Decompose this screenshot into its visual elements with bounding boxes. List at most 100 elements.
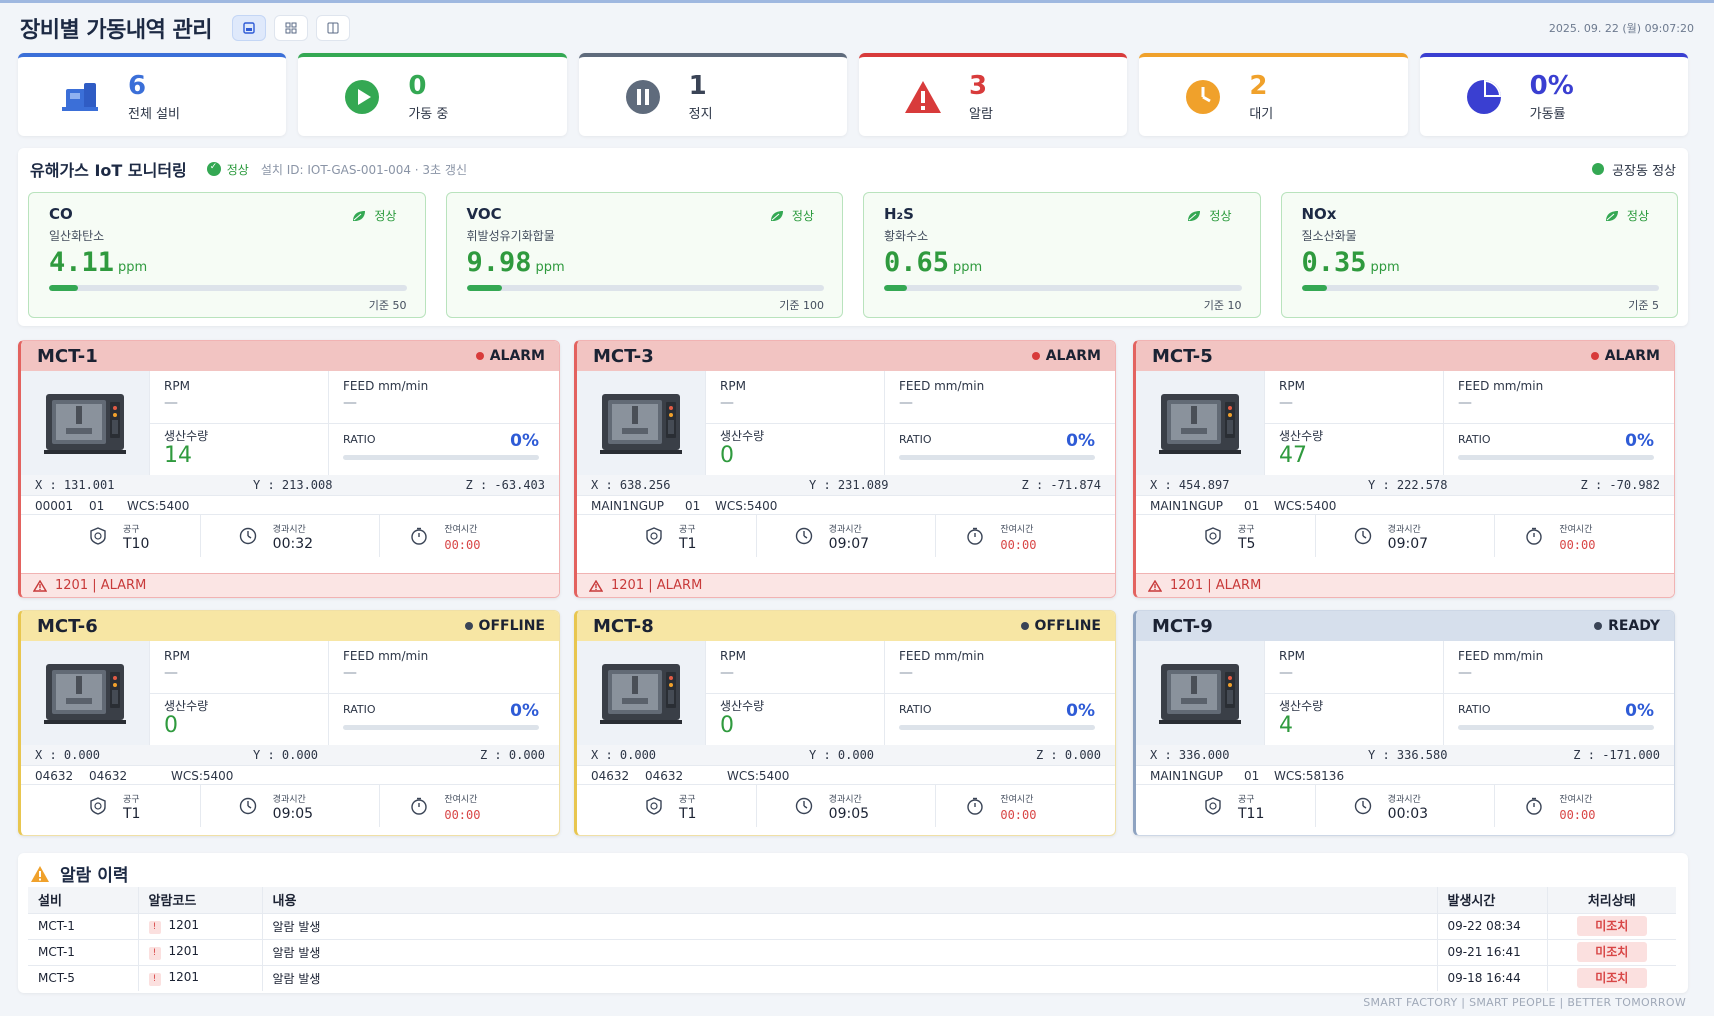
- table-row[interactable]: MCT-1 ! 1201 알람 발생 09-21 16:41 미조치: [28, 938, 1676, 965]
- ratio-bar: [1458, 455, 1654, 460]
- machine-card-mct-9[interactable]: MCT-9 READY RPM — 생산수량 4 FEED mm/min — R…: [1133, 610, 1675, 836]
- elapsed-value: 09:07: [828, 536, 870, 552]
- divider: [885, 693, 1115, 694]
- z-coordinate: Z : -63.403: [465, 478, 545, 492]
- gas-status-badge: 정상: [206, 161, 249, 178]
- clock-icon: [1179, 73, 1227, 121]
- clock-icon: [239, 527, 256, 545]
- remaining-cell: 잔여시간 00:00: [936, 785, 1115, 827]
- machine-card-mct-1[interactable]: MCT-1 ALARM RPM — 생산수량 14 FEED mm/min — …: [18, 340, 560, 598]
- gas-card-voc[interactable]: VOC 휘발성유기화합물 정상 9.98 ppm 기준 100: [445, 192, 843, 318]
- cell-content: 알람 발생: [262, 912, 1438, 939]
- timer-icon: [411, 527, 428, 545]
- machine-name: MCT-5: [1152, 345, 1213, 367]
- card-view-button[interactable]: [231, 15, 266, 41]
- ratio-bar: [343, 725, 539, 730]
- stat-stopped-label: 정지: [688, 107, 713, 122]
- remaining-label: 잔여시간: [1000, 795, 1034, 805]
- ratio-label: RATIO: [343, 433, 376, 446]
- machine-alarm-bar[interactable]: 1201 | ALARM: [1136, 573, 1674, 597]
- feed-value: —: [343, 395, 357, 411]
- rpm-label: RPM: [720, 379, 746, 393]
- grid-view-button[interactable]: [273, 15, 308, 41]
- machine-card-header: MCT-5 ALARM: [1136, 341, 1674, 371]
- gas-level-fill: [466, 285, 503, 291]
- gas-fullname: 휘발성유기화합물: [466, 229, 555, 243]
- stat-waiting-label: 대기: [1249, 107, 1274, 122]
- gas-value-number: 0.35: [1301, 247, 1367, 278]
- program-main: MAIN1NGUP: [591, 499, 665, 513]
- gas-unit: ppm: [118, 260, 148, 275]
- elapsed-label: 경과시간: [1387, 795, 1421, 805]
- card-view-icon: [243, 22, 255, 34]
- rpm-label: RPM: [164, 649, 190, 663]
- machine-alarm-bar[interactable]: 1201 | ALARM: [21, 573, 559, 597]
- machine-card-mct-6[interactable]: MCT-6 OFFLINE RPM — 생산수량 0 FEED mm/min —…: [18, 610, 560, 836]
- stat-waiting[interactable]: 2 대기: [1139, 53, 1408, 136]
- stat-stopped[interactable]: 1 정지: [578, 53, 847, 136]
- stat-alarm[interactable]: 3 알람: [858, 53, 1128, 136]
- machine-alarm-bar[interactable]: 1201 | ALARM: [577, 573, 1115, 597]
- gas-card-h2s[interactable]: H₂S 황화수소 정상 0.65 ppm 기준 10: [863, 192, 1261, 318]
- column-header[interactable]: 발생시간: [1437, 887, 1548, 913]
- machine-card-mct-3[interactable]: MCT-3 ALARM RPM — 생산수량 0 FEED mm/min — R…: [574, 340, 1116, 598]
- tool-cell: 공구 T1: [21, 785, 201, 827]
- tool-label: 공구: [123, 795, 140, 805]
- feed-label: FEED mm/min: [899, 649, 985, 663]
- page-title: 장비별 가동내역 관리: [20, 18, 212, 43]
- table-row[interactable]: MCT-5 ! 1201 알람 발생 09-18 16:44 미조치: [28, 964, 1676, 991]
- machine-image: [1136, 641, 1264, 745]
- rpm-value: —: [164, 665, 178, 681]
- remaining-cell: 잔여시간 00:00: [936, 515, 1115, 557]
- feed-label: FEED mm/min: [899, 379, 985, 393]
- summary-stats: 6 전체 설비 0 가동 중 1 정지 3 알람 2 대기 0% 가동률: [18, 53, 1688, 136]
- machine-card-mct-5[interactable]: MCT-5 ALARM RPM — 생산수량 47 FEED mm/min — …: [1133, 340, 1675, 598]
- column-header[interactable]: 내용: [262, 887, 1438, 913]
- ratio-value: 0%: [1066, 431, 1095, 451]
- production-label: 생산수량: [1279, 699, 1324, 713]
- machine-card-mct-8[interactable]: MCT-8 OFFLINE RPM — 생산수량 0 FEED mm/min —…: [574, 610, 1116, 836]
- gas-card-nox[interactable]: NOx 질소산화물 정상 0.35 ppm 기준 5: [1280, 192, 1678, 318]
- rpm-label: RPM: [1279, 379, 1305, 393]
- tool-icon: [1205, 527, 1221, 545]
- alarm-code-text: 1201: [168, 944, 200, 958]
- cell-status: 미조치: [1547, 964, 1676, 991]
- column-header[interactable]: 알람코드: [138, 887, 263, 913]
- machine-rpm-production: RPM — 생산수량 0: [705, 641, 885, 745]
- tool-value: T1: [679, 806, 697, 822]
- stat-utilization[interactable]: 0% 가동률: [1419, 53, 1688, 136]
- gas-level-bar: [1301, 285, 1659, 291]
- gas-card-co[interactable]: CO 일산화탄소 정상 4.11 ppm 기준 50: [28, 192, 426, 318]
- status-badge[interactable]: 미조치: [1576, 942, 1647, 962]
- production-value: 14: [164, 443, 192, 468]
- alert-icon: !: [148, 973, 161, 987]
- elapsed-label: 경과시간: [272, 525, 306, 535]
- gas-name: VOC: [466, 205, 502, 223]
- status-badge[interactable]: 미조치: [1576, 916, 1647, 936]
- machine-image: [1136, 371, 1264, 475]
- x-coordinate: X : 0.000: [35, 748, 101, 762]
- cell-alarm-code: ! 1201: [138, 964, 263, 991]
- rpm-value: —: [720, 395, 734, 411]
- column-header[interactable]: 처리상태: [1547, 887, 1676, 913]
- gas-panel-header: 유해가스 IoT 모니터링 정상 설치 ID: IOT-GAS-001-004 …: [30, 158, 1676, 180]
- z-coordinate: Z : -70.982: [1580, 478, 1660, 492]
- ratio-label: RATIO: [899, 703, 932, 716]
- status-badge[interactable]: 미조치: [1576, 968, 1647, 989]
- stat-running[interactable]: 0 가동 중: [298, 53, 567, 136]
- leaf-icon: [1605, 210, 1618, 221]
- column-header[interactable]: 설비: [28, 887, 139, 913]
- production-label: 생산수량: [164, 699, 209, 713]
- warning-icon: [31, 865, 49, 882]
- machine-rpm-production: RPM — 생산수량 14: [149, 371, 329, 475]
- table-row[interactable]: MCT-1 ! 1201 알람 발생 09-22 08:34 미조치: [28, 912, 1676, 939]
- stat-running-value: 0: [408, 71, 427, 101]
- list-view-button[interactable]: [315, 15, 350, 41]
- top-accent-line: [0, 0, 1714, 3]
- ratio-bar: [899, 725, 1095, 730]
- machine-program: MAIN1NGUP 01 WCS:5400: [1136, 495, 1674, 515]
- gas-limit: 기준 5: [1628, 299, 1659, 312]
- machine-name: MCT-8: [593, 615, 654, 637]
- stat-total[interactable]: 6 전체 설비: [18, 53, 287, 136]
- gas-limit: 기준 100: [779, 299, 824, 312]
